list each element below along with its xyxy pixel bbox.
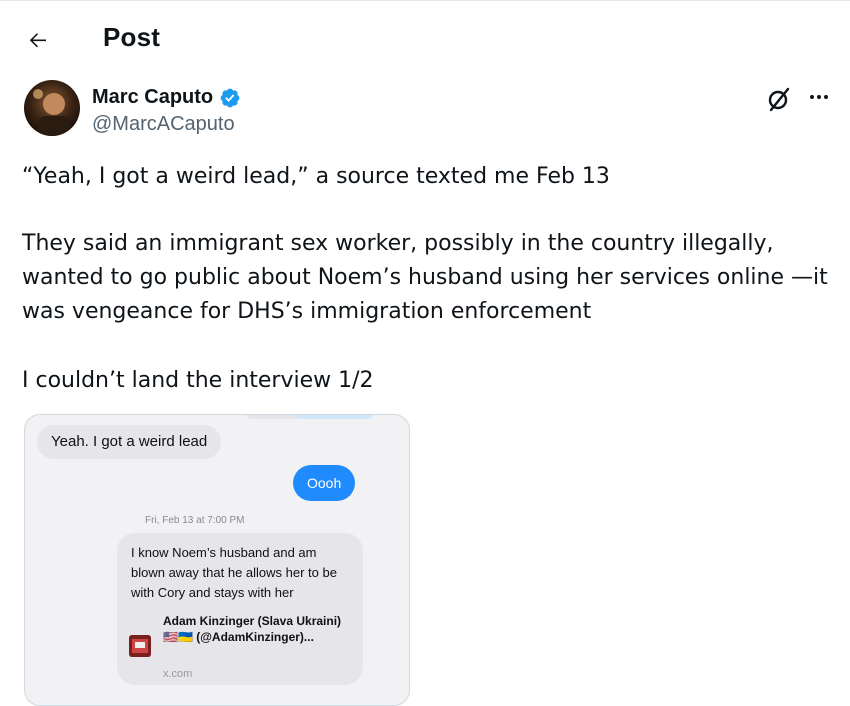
post-paragraph-3: I couldn’t land the interview 1/2	[22, 368, 374, 393]
author-name[interactable]: Marc Caputo	[92, 86, 241, 109]
message-timestamp: Fri, Feb 13 at 7:00 PM	[145, 515, 245, 526]
page-title: Post	[103, 22, 161, 52]
message-bubble-received: Yeah. I got a weird lead	[37, 425, 222, 459]
grok-icon[interactable]	[766, 86, 792, 112]
more-horizontal-icon[interactable]	[806, 84, 832, 110]
author-handle[interactable]: @MarcACaputo	[92, 113, 235, 136]
message-text: I know Noem’s husband and am blown away …	[131, 545, 337, 600]
post-paragraph-1: “Yeah, I got a weird lead,” a source tex…	[22, 164, 610, 189]
post-media-image[interactable]: Yeah. I got a weird lead Oooh Fri, Feb 1…	[24, 414, 410, 706]
more-dots	[810, 95, 828, 99]
author-name-text[interactable]: Marc Caputo	[92, 86, 213, 109]
link-title: Adam Kinzinger (Slava Ukraini) 🇺🇸🇺🇦 (@Ad…	[163, 614, 342, 644]
verified-badge-icon	[220, 88, 240, 107]
link-domain: x.com	[163, 668, 193, 680]
cropped-bubble	[295, 415, 375, 419]
arrow-left-icon	[29, 33, 46, 48]
link-thumbnail	[129, 635, 151, 657]
back-button[interactable]	[20, 22, 56, 58]
message-bubble-sent: Oooh	[293, 465, 356, 501]
post-header: Post	[0, 0, 850, 80]
avatar[interactable]	[24, 80, 80, 136]
message-bubble-received-link: I know Noem’s husband and am blown away …	[117, 533, 363, 685]
post-paragraph-2: They said an immigrant sex worker, possi…	[22, 231, 828, 324]
avatar-image	[24, 80, 80, 136]
